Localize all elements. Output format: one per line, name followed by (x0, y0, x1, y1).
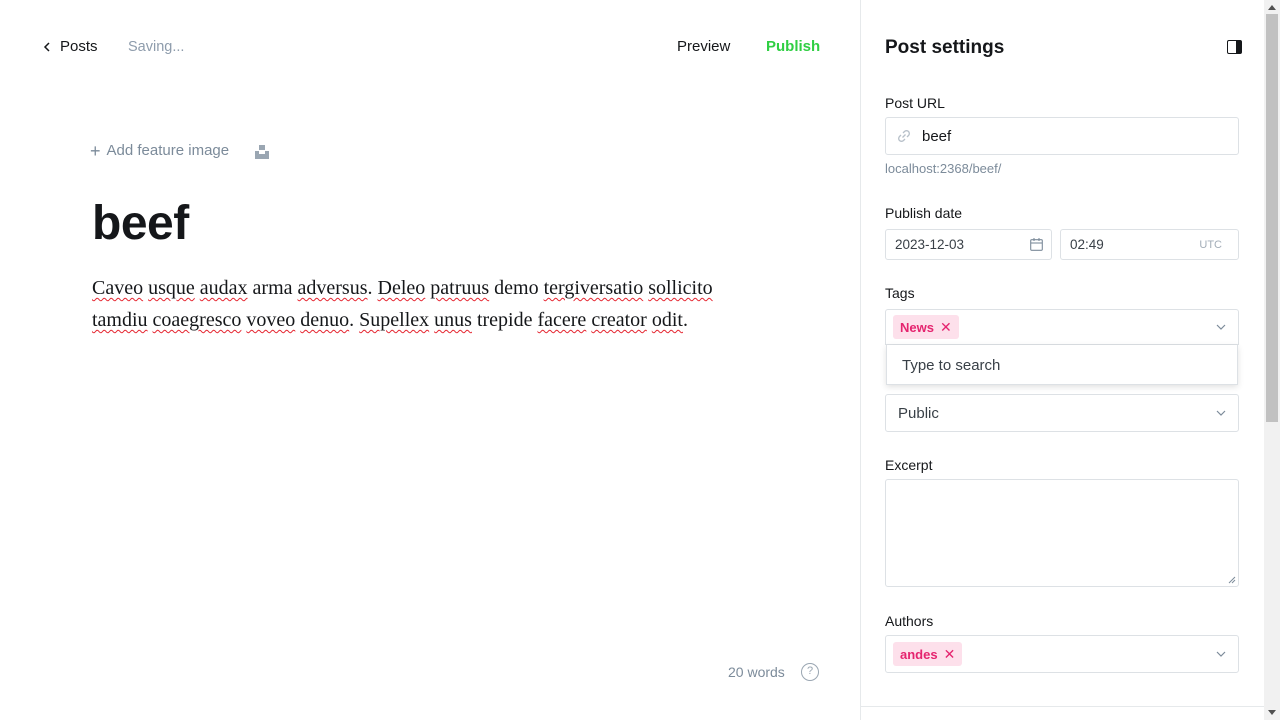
body-word: facere (537, 309, 587, 331)
post-url-input[interactable]: beef (885, 117, 1239, 155)
calendar-icon (1030, 238, 1043, 251)
tag-chip: News ✕ (893, 315, 959, 339)
resize-handle-icon[interactable] (1228, 576, 1236, 584)
add-feature-image-label: Add feature image (106, 142, 230, 159)
tag-chip-label: News (900, 319, 934, 335)
back-to-posts-link[interactable]: Posts (42, 38, 98, 55)
body-word: adversus (297, 277, 368, 299)
author-chip-label: andes (900, 646, 938, 662)
body-word: creator (591, 309, 647, 331)
post-body[interactable]: Caveo usque audax arma adversus. Deleo p… (92, 272, 732, 336)
divider (861, 706, 1264, 707)
remove-tag-icon[interactable]: ✕ (940, 319, 952, 336)
editor-pane: Posts Saving... Preview Publish + Add fe… (0, 0, 860, 720)
body-word: tamdiu (92, 309, 148, 331)
body-word: audax (199, 277, 248, 299)
add-feature-image-button[interactable]: + Add feature image (90, 140, 230, 161)
body-word: denuo (300, 309, 350, 331)
body-word: sollicito (648, 277, 713, 299)
sidebar-title: Post settings (885, 37, 1005, 58)
feature-image-row: + Add feature image (90, 140, 269, 161)
chevron-down-icon (1216, 410, 1226, 416)
body-word: . (682, 309, 688, 331)
link-icon (898, 130, 910, 142)
tags-input[interactable]: News ✕ (885, 309, 1239, 345)
word-count: 20 words (728, 664, 785, 680)
tags-dropdown: Type to search (886, 345, 1238, 385)
publish-button[interactable]: Publish (766, 38, 820, 55)
plus-icon: + (90, 140, 101, 161)
publish-time-value: 02:49 (1070, 237, 1104, 252)
body-word: voveo (246, 309, 296, 331)
body-word: patruus (430, 277, 490, 299)
publish-date-value: 2023-12-03 (895, 237, 965, 252)
tags-dropdown-option[interactable]: Type to search (902, 357, 1000, 374)
excerpt-label: Excerpt (885, 457, 933, 473)
excerpt-textarea[interactable] (885, 479, 1239, 587)
post-url-value: beef (922, 128, 952, 145)
authors-label: Authors (885, 613, 934, 629)
body-word: Deleo (377, 277, 426, 299)
body-word: demo (494, 277, 539, 299)
body-word: unus (434, 309, 472, 331)
chevron-down-icon[interactable] (1216, 649, 1226, 659)
body-word: trepide (476, 309, 533, 331)
help-icon[interactable]: ? (801, 663, 819, 681)
body-word: usque (148, 277, 195, 299)
tags-label: Tags (885, 285, 915, 301)
body-word: Supellex (359, 309, 430, 331)
visibility-value: Public (898, 405, 939, 422)
preview-button[interactable]: Preview (677, 38, 730, 55)
body-word: . (349, 309, 355, 331)
scrollbar[interactable] (1264, 0, 1280, 720)
scrollbar-thumb[interactable] (1266, 14, 1278, 422)
post-url-label: Post URL (885, 95, 945, 111)
body-word: tergiversatio (543, 277, 644, 299)
scroll-up-icon[interactable] (1268, 4, 1276, 10)
authors-input[interactable]: andes ✕ (885, 635, 1239, 673)
post-url-hint: localhost:2368/beef/ (885, 161, 1002, 176)
body-word: . (367, 277, 373, 299)
body-word: coaegresco (152, 309, 242, 331)
publish-time-input[interactable]: 02:49 UTC (1060, 229, 1239, 260)
body-word: Caveo (92, 277, 144, 299)
chevron-down-icon[interactable] (1216, 322, 1226, 332)
remove-author-icon[interactable]: ✕ (944, 646, 956, 663)
save-status: Saving... (128, 39, 185, 55)
scroll-down-icon[interactable] (1268, 710, 1276, 716)
publish-date-label: Publish date (885, 205, 963, 221)
post-title[interactable]: beef (92, 196, 189, 251)
body-word: arma (252, 277, 293, 299)
visibility-select[interactable]: Public (885, 394, 1239, 432)
unsplash-icon[interactable] (254, 144, 270, 160)
author-chip: andes ✕ (893, 642, 963, 666)
back-label: Posts (60, 38, 98, 55)
publish-date-input[interactable]: 2023-12-03 (885, 229, 1052, 260)
post-settings-sidebar: Post settings Post URL beef localhost:23… (860, 0, 1264, 720)
editor-topbar: Posts Saving... Preview Publish (0, 0, 860, 94)
chevron-left-icon (43, 41, 50, 52)
timezone-label: UTC (1199, 239, 1222, 251)
sidebar-toggle-icon[interactable] (1227, 40, 1242, 54)
body-word: odit (651, 309, 683, 331)
